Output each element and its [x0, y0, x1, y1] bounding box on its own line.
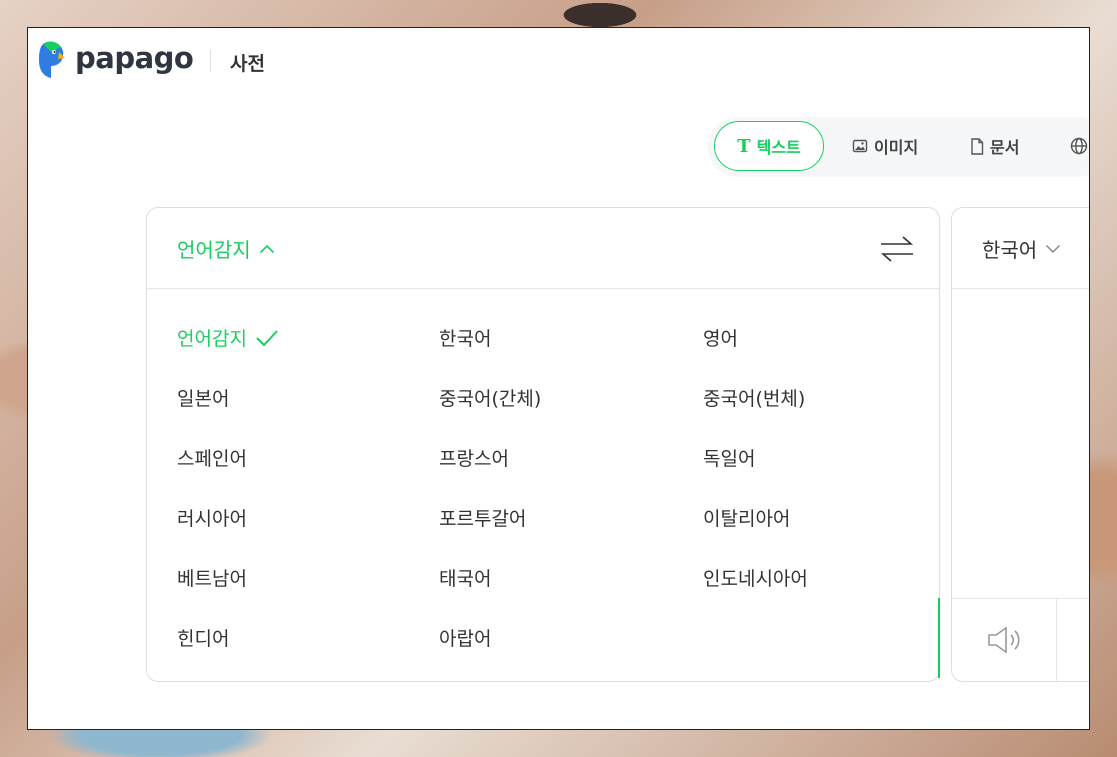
- image-icon: [852, 139, 868, 153]
- language-option-english[interactable]: 영어: [703, 324, 738, 351]
- papago-logo-icon: [39, 41, 65, 78]
- footer-divider: [1056, 599, 1057, 681]
- language-option-german[interactable]: 독일어: [703, 444, 755, 471]
- swap-languages-icon[interactable]: [879, 234, 915, 264]
- language-option-italian[interactable]: 이탈리아어: [703, 504, 790, 531]
- tab-website[interactable]: [1070, 121, 1088, 171]
- target-panel: 한국어: [951, 207, 1090, 682]
- language-option-label: 이탈리아어: [703, 508, 791, 530]
- brand-name[interactable]: papago: [75, 41, 194, 75]
- language-option-label: 아랍어: [439, 628, 492, 650]
- target-language-label: 한국어: [982, 238, 1038, 262]
- language-option-vietnamese[interactable]: 베트남어: [177, 564, 247, 591]
- document-icon: [971, 137, 984, 155]
- header-divider: [210, 50, 211, 72]
- language-option-label: 힌디어: [177, 628, 230, 650]
- target-footer: [952, 598, 1090, 681]
- papago-window: papago 사전 T 텍스트 이미지 문서 언어감지 언어감지 한국어 영어 …: [27, 27, 1090, 730]
- language-option-label: 스페인어: [177, 448, 247, 470]
- tab-document[interactable]: 문서: [970, 121, 1019, 171]
- text-T-icon: T: [737, 135, 751, 157]
- language-option-auto-detect[interactable]: 언어감지: [177, 324, 279, 351]
- source-language-label: 언어감지: [177, 238, 251, 262]
- language-option-label: 인도네시아어: [703, 568, 808, 590]
- tab-text[interactable]: T 텍스트: [714, 121, 824, 171]
- source-header: 언어감지: [147, 208, 939, 289]
- target-header: 한국어: [952, 208, 1090, 289]
- speaker-icon[interactable]: [986, 625, 1024, 655]
- language-option-label: 중국어(번체): [703, 388, 806, 410]
- language-option-hindi[interactable]: 힌디어: [177, 624, 229, 651]
- language-option-thai[interactable]: 태국어: [439, 564, 491, 591]
- language-option-korean[interactable]: 한국어: [439, 324, 491, 351]
- language-option-label: 영어: [703, 328, 738, 350]
- language-option-label: 베트남어: [177, 568, 247, 590]
- language-option-arabic[interactable]: 아랍어: [439, 624, 491, 651]
- tab-text-label: 텍스트: [756, 138, 801, 157]
- language-option-russian[interactable]: 러시아어: [177, 504, 247, 531]
- language-option-label: 태국어: [439, 568, 492, 590]
- chevron-down-icon: [1046, 244, 1061, 253]
- language-option-chinese-simplified[interactable]: 중국어(간체): [439, 384, 541, 411]
- language-option-portuguese[interactable]: 포르투갈어: [439, 504, 526, 531]
- language-option-label: 중국어(간체): [439, 388, 542, 410]
- language-option-spanish[interactable]: 스페인어: [177, 444, 247, 471]
- language-option-chinese-traditional[interactable]: 중국어(번체): [703, 384, 805, 411]
- source-panel: 언어감지 언어감지 한국어 영어 일본어 중국어(간체) 중국어(번체) 스페인…: [146, 207, 940, 682]
- language-option-label: 러시아어: [177, 508, 247, 530]
- dictionary-link[interactable]: 사전: [230, 49, 265, 76]
- chevron-up-icon: [259, 244, 274, 253]
- language-option-indonesian[interactable]: 인도네시아어: [703, 564, 808, 591]
- language-option-label: 한국어: [439, 328, 492, 350]
- tab-document-label: 문서: [990, 138, 1020, 157]
- language-option-label: 언어감지: [177, 328, 247, 350]
- target-language-dropdown[interactable]: 한국어: [982, 234, 1061, 263]
- source-focus-edge: [938, 598, 940, 678]
- globe-icon: [1070, 137, 1088, 155]
- tab-image-label: 이미지: [874, 138, 919, 157]
- mode-tabs: T 텍스트 이미지 문서: [708, 117, 1090, 177]
- language-option-label: 일본어: [177, 388, 230, 410]
- tab-image[interactable]: 이미지: [852, 121, 918, 171]
- language-option-japanese[interactable]: 일본어: [177, 384, 229, 411]
- header: papago 사전: [27, 27, 1090, 97]
- language-option-french[interactable]: 프랑스어: [439, 444, 509, 471]
- language-option-label: 포르투갈어: [439, 508, 527, 530]
- checkmark-icon: [256, 329, 278, 346]
- source-language-dropdown[interactable]: 언어감지: [177, 234, 275, 263]
- language-option-label: 프랑스어: [439, 448, 509, 470]
- language-option-label: 독일어: [703, 448, 756, 470]
